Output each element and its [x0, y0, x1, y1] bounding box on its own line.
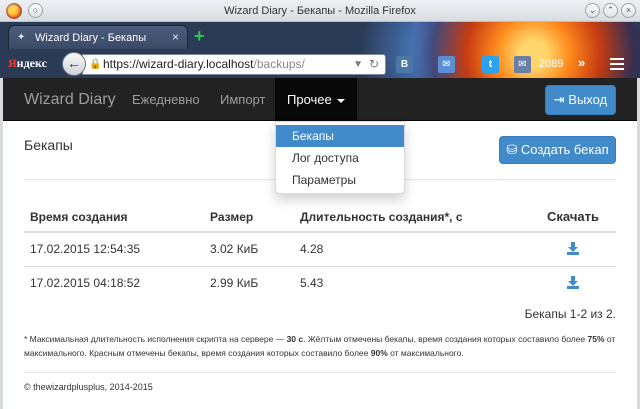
app-navbar: Wizard Diary Ежедневно Импорт Прочее ⇥ В… — [3, 78, 637, 121]
vk-icon[interactable]: B — [396, 56, 413, 73]
logout-icon: ⇥ — [553, 92, 569, 107]
twitter-icon[interactable]: t — [482, 56, 499, 73]
overflow-chevron-icon[interactable]: » — [578, 55, 585, 70]
create-backup-button[interactable]: ⛁ Создать бекап — [499, 136, 616, 164]
url-host: https://wizard-diary.localhost — [103, 57, 254, 71]
pagination-summary: Бекапы 1-2 из 2. — [524, 307, 616, 321]
maximize-icon[interactable]: ⌃ — [603, 3, 618, 18]
nav-import[interactable]: Импорт — [220, 92, 265, 107]
col-size: Размер — [204, 202, 294, 233]
page-title: Бекапы — [24, 137, 73, 153]
back-button[interactable]: ← — [62, 52, 86, 76]
col-download: Скачать — [524, 202, 616, 233]
table-header-row: Время создания Размер Длительность созда… — [24, 202, 616, 233]
cell-time: 17.02.2015 04:18:52 — [24, 265, 204, 300]
other-dropdown-menu: Бекапы Лог доступа Параметры — [275, 121, 405, 194]
table-row: 17.02.2015 12:54:35 3.02 КиБ 4.28 — [24, 231, 616, 266]
minimize-icon[interactable]: ⌄ — [585, 3, 600, 18]
footer-divider — [24, 372, 616, 373]
footnote: * Максимальная длительность исполнения с… — [24, 334, 616, 358]
close-window-icon[interactable]: × — [621, 3, 636, 18]
nav-other-dropdown[interactable]: Прочее — [275, 78, 357, 121]
menu-hamburger-icon[interactable] — [610, 58, 624, 70]
mail-icon[interactable]: ✉ — [438, 56, 455, 73]
col-duration: Длительность создания*, с — [294, 202, 524, 233]
browser-tab[interactable]: ✦ Wizard Diary - Бекапы × — [8, 25, 188, 49]
cell-duration: 5.43 — [294, 265, 524, 300]
download-icon[interactable] — [567, 241, 579, 255]
lock-icon: 🔒 — [89, 59, 102, 70]
logout-button[interactable]: ⇥ Выход — [545, 85, 616, 115]
browser-chrome: ✦ Wizard Diary - Бекапы × + Яндекс 🔒 htt… — [0, 22, 640, 78]
tab-title: Wizard Diary - Бекапы — [35, 32, 147, 44]
col-created: Время создания — [24, 202, 204, 233]
database-icon: ⛁ — [506, 142, 521, 157]
backups-table: Время создания Размер Длительность созда… — [24, 202, 616, 300]
tab-close-icon[interactable]: × — [172, 30, 179, 44]
url-path: /backups/ — [253, 57, 305, 71]
cell-size: 3.02 КиБ — [204, 231, 294, 266]
cell-duration: 4.28 — [294, 231, 524, 266]
message-icon[interactable]: ✉ — [514, 56, 531, 73]
caret-down-icon — [336, 98, 345, 103]
dropdown-item-settings[interactable]: Параметры — [276, 169, 404, 191]
window-titlebar: ○ Wizard Diary - Бекапы - Mozilla Firefo… — [0, 0, 640, 22]
cell-time: 17.02.2015 12:54:35 — [24, 231, 204, 266]
new-tab-button[interactable]: + — [194, 26, 205, 47]
nav-other-label: Прочее — [287, 92, 332, 107]
url-dropdown-icon[interactable]: ▼ — [353, 55, 363, 74]
web-page: Wizard Diary Ежедневно Импорт Прочее ⇥ В… — [3, 78, 637, 409]
notification-counter: 2089 — [539, 58, 564, 70]
table-row: 17.02.2015 04:18:52 2.99 КиБ 5.43 — [24, 265, 616, 300]
nav-daily[interactable]: Ежедневно — [132, 92, 200, 107]
cell-size: 2.99 КиБ — [204, 265, 294, 300]
footer-copyright: © thewizardplusplus, 2014-2015 — [24, 382, 153, 392]
brand-link[interactable]: Wizard Diary — [24, 91, 116, 109]
dropdown-item-backups[interactable]: Бекапы — [276, 125, 404, 147]
reload-icon[interactable]: ↻ — [369, 55, 379, 74]
url-bar[interactable]: 🔒 https://wizard-diary.localhost/backups… — [82, 54, 386, 75]
yandex-logo[interactable]: Яндекс — [8, 56, 47, 71]
wizard-favicon-icon: ✦ — [17, 32, 26, 43]
window-title: Wizard Diary - Бекапы - Mozilla Firefox — [224, 5, 416, 17]
dropdown-item-access-log[interactable]: Лог доступа — [276, 147, 404, 169]
download-icon[interactable] — [567, 275, 579, 289]
browser-navbar: Яндекс 🔒 https://wizard-diary.localhost/… — [0, 52, 640, 78]
